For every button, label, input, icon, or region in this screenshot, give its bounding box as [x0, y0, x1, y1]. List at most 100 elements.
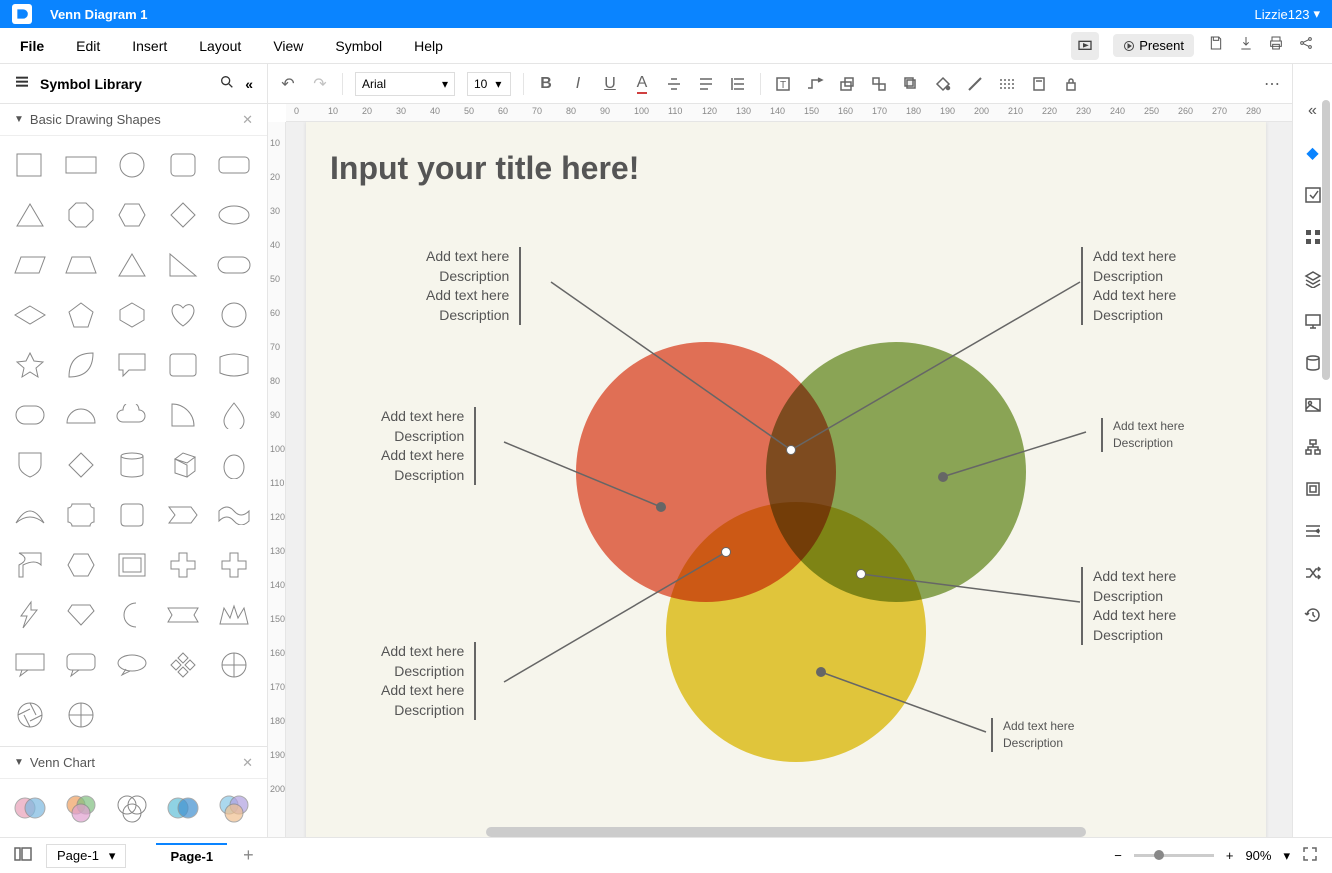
shape-arc[interactable]: [8, 496, 52, 534]
grid-icon[interactable]: [1302, 226, 1324, 248]
connector-icon[interactable]: [805, 74, 825, 94]
sitemap-icon[interactable]: [1302, 436, 1324, 458]
shape-heptagon[interactable]: [212, 296, 256, 334]
shape-diamond[interactable]: [161, 196, 205, 234]
shape-cross[interactable]: [161, 546, 205, 584]
print-icon[interactable]: [1268, 35, 1284, 56]
shape-diamond2[interactable]: [59, 446, 103, 484]
menu-file[interactable]: File: [4, 32, 60, 60]
line-height-icon[interactable]: [728, 74, 748, 94]
marker[interactable]: [786, 445, 796, 455]
italic-icon[interactable]: I: [568, 74, 588, 94]
present-button[interactable]: Present: [1113, 34, 1194, 57]
text-box-icon[interactable]: T: [773, 74, 793, 94]
right-panel-scrollbar[interactable]: [1322, 100, 1330, 380]
chevron-down-icon[interactable]: ▾: [1283, 848, 1290, 864]
lock-icon[interactable]: [1061, 74, 1081, 94]
shape-semicircle[interactable]: [59, 396, 103, 434]
zoom-in-icon[interactable]: +: [1226, 848, 1234, 863]
venn-3-color[interactable]: [59, 789, 103, 827]
shape-pie4[interactable]: [212, 646, 256, 684]
shape-rounded-rect[interactable]: [212, 146, 256, 184]
callout-bot-right-small[interactable]: Add text here Description: [991, 718, 1074, 752]
callout-top-left[interactable]: Add text here Description Add text here …: [426, 247, 521, 325]
collapse-icon[interactable]: «: [245, 76, 253, 92]
shape-speech[interactable]: [110, 346, 154, 384]
save-icon[interactable]: [1208, 35, 1224, 56]
shape-quarter[interactable]: [161, 396, 205, 434]
shape-leaf[interactable]: [59, 346, 103, 384]
indent-icon[interactable]: [1302, 520, 1324, 542]
marker[interactable]: [721, 547, 731, 557]
style-icon[interactable]: ◆: [1302, 142, 1324, 164]
data-icon[interactable]: [1302, 352, 1324, 374]
callout-mid-left[interactable]: Add text here Description Add text here …: [381, 407, 476, 485]
shape-hexagon2[interactable]: [110, 296, 154, 334]
shape-card[interactable]: [161, 346, 205, 384]
shape-arrow-shape[interactable]: [161, 496, 205, 534]
shape-cloud[interactable]: [110, 396, 154, 434]
shape-cylinder[interactable]: [110, 446, 154, 484]
venn-2-color[interactable]: [8, 789, 52, 827]
zoom-level[interactable]: 90%: [1245, 848, 1271, 863]
layers-icon[interactable]: [1302, 268, 1324, 290]
shape-rectangle[interactable]: [59, 146, 103, 184]
shape-gem[interactable]: [59, 596, 103, 634]
image-icon[interactable]: [1302, 394, 1324, 416]
fill-icon[interactable]: [933, 74, 953, 94]
shape-star[interactable]: [8, 346, 52, 384]
menu-view[interactable]: View: [257, 32, 319, 60]
marker[interactable]: [656, 502, 666, 512]
clipboard-icon[interactable]: [1029, 74, 1049, 94]
shape-octagon[interactable]: [59, 196, 103, 234]
marker[interactable]: [938, 472, 948, 482]
share-icon[interactable]: [1298, 35, 1314, 56]
venn-circle-yellow[interactable]: [666, 502, 926, 762]
callout-top-right[interactable]: Add text here Description Add text here …: [1081, 247, 1176, 325]
line-style-icon[interactable]: [997, 74, 1017, 94]
search-icon[interactable]: [219, 74, 235, 93]
shape-plaque[interactable]: [59, 496, 103, 534]
marker[interactable]: [856, 569, 866, 579]
page-tab[interactable]: Page-1: [156, 843, 227, 868]
section-basic-shapes[interactable]: ▼ Basic Drawing Shapes ✕: [0, 104, 267, 136]
shape-quarters[interactable]: [59, 696, 103, 734]
shape-triangle[interactable]: [8, 196, 52, 234]
font-color-icon[interactable]: A: [632, 74, 652, 94]
venn-3-outline[interactable]: [110, 789, 154, 827]
fullscreen-icon[interactable]: [1302, 846, 1318, 865]
font-select[interactable]: Arial▾: [355, 72, 455, 96]
shape-trapezoid[interactable]: [59, 246, 103, 284]
font-size-select[interactable]: 10▾: [467, 72, 511, 96]
outline-icon[interactable]: [14, 847, 32, 864]
underline-icon[interactable]: U: [600, 74, 620, 94]
present-panel-icon[interactable]: [1302, 310, 1324, 332]
callout-mid-right-small[interactable]: Add text here Description: [1101, 418, 1184, 452]
shape-shield[interactable]: [8, 446, 52, 484]
shape-hexagon[interactable]: [110, 196, 154, 234]
valign-icon[interactable]: [664, 74, 684, 94]
shape-heart[interactable]: [161, 296, 205, 334]
horizontal-scrollbar[interactable]: [486, 827, 1086, 837]
close-icon[interactable]: ✕: [242, 112, 253, 128]
app-logo-icon[interactable]: [12, 4, 32, 24]
menu-symbol[interactable]: Symbol: [319, 32, 398, 60]
shape-plus[interactable]: [212, 546, 256, 584]
shape-square[interactable]: [8, 146, 52, 184]
shape-rounded-square[interactable]: [161, 146, 205, 184]
undo-icon[interactable]: ↶: [278, 74, 298, 94]
download-icon[interactable]: [1238, 35, 1254, 56]
user-menu[interactable]: Lizzie123 ▾: [1255, 6, 1320, 22]
add-page-icon[interactable]: +: [243, 845, 254, 866]
menu-layout[interactable]: Layout: [183, 32, 257, 60]
shape-triangle2[interactable]: [110, 246, 154, 284]
bring-front-icon[interactable]: [901, 74, 921, 94]
shape-wave[interactable]: [212, 496, 256, 534]
shape-circle[interactable]: [110, 146, 154, 184]
marker[interactable]: [816, 667, 826, 677]
close-icon[interactable]: ✕: [242, 755, 253, 771]
shape-lightning[interactable]: [8, 596, 52, 634]
shape-egg[interactable]: [212, 446, 256, 484]
shape-drop[interactable]: [212, 396, 256, 434]
presentation-mode-icon[interactable]: [1071, 32, 1099, 60]
